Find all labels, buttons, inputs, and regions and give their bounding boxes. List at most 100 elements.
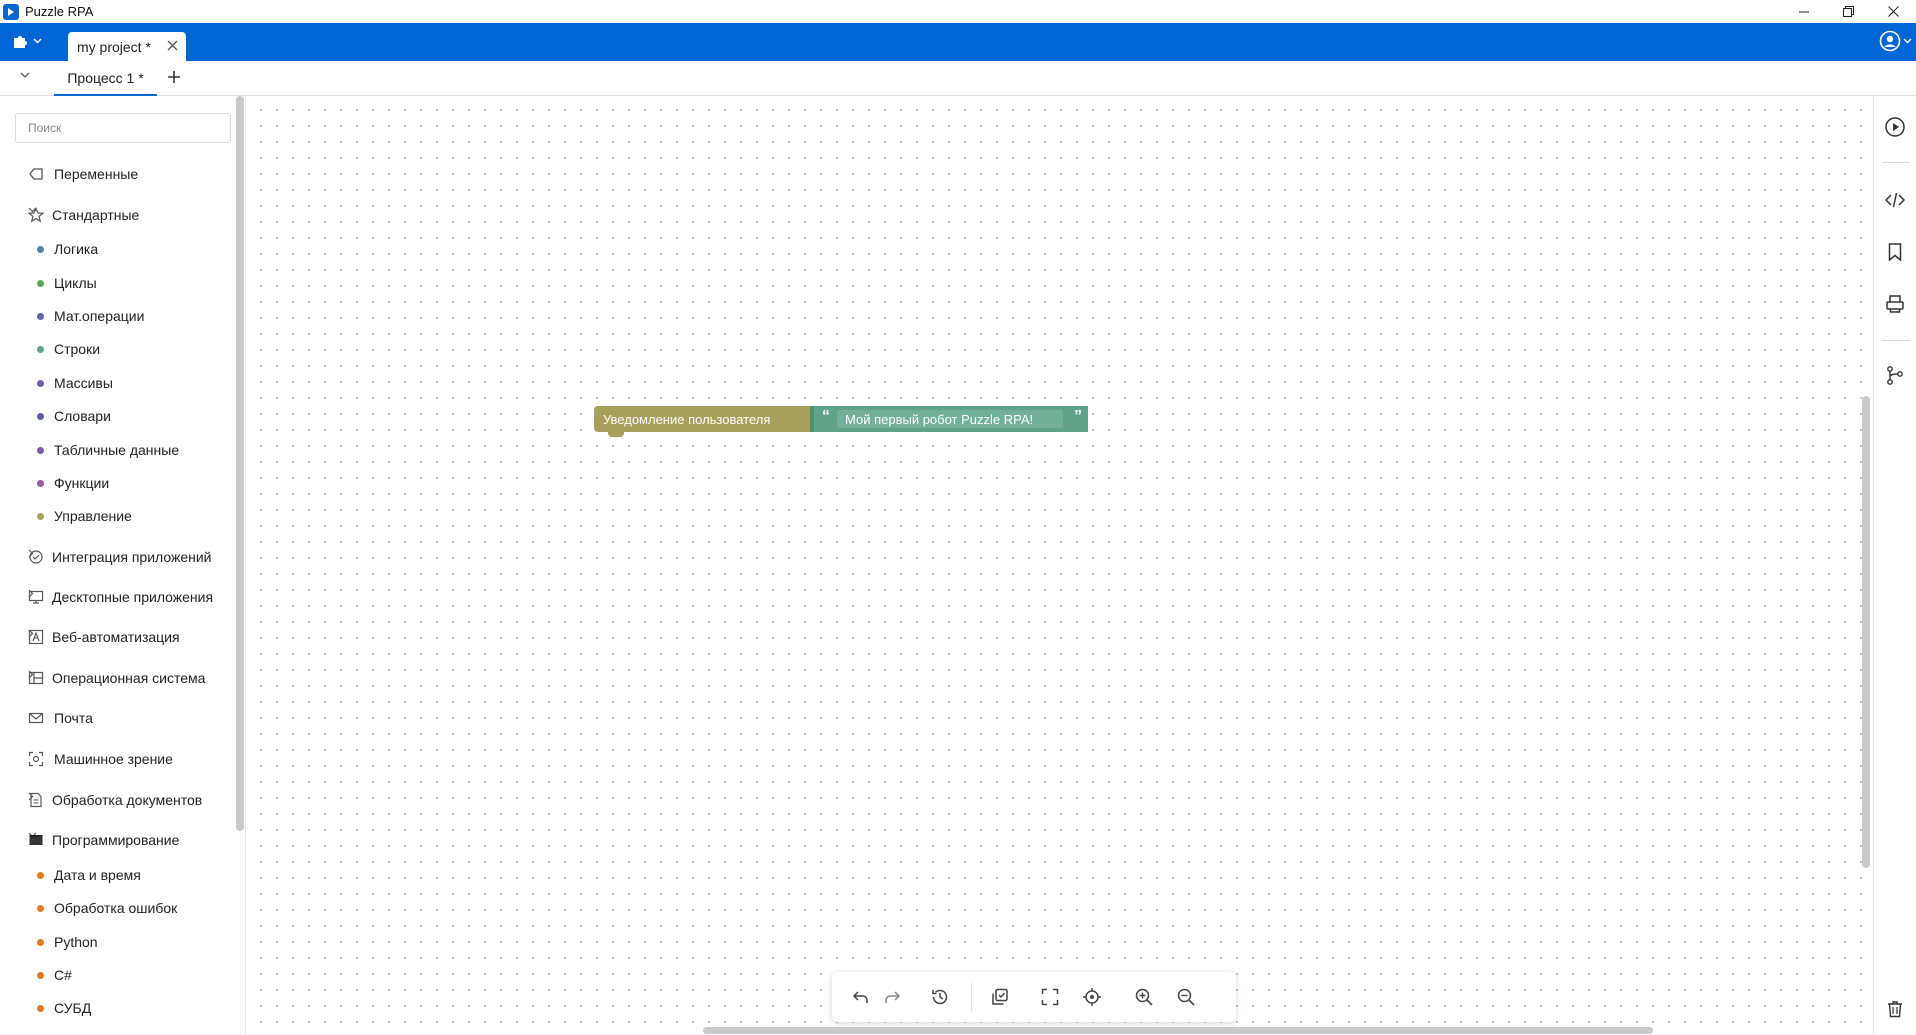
process-tab-label: Процесс 1 *	[67, 69, 144, 86]
target-icon	[1082, 987, 1102, 1007]
git-branch-icon	[1884, 364, 1906, 386]
fullscreen-icon	[1040, 987, 1060, 1007]
monitor-icon	[28, 589, 44, 605]
sidebar-item-dictionaries[interactable]: Словари	[0, 405, 232, 427]
zoom-out-button[interactable]	[1174, 985, 1198, 1009]
zoom-in-icon	[1134, 987, 1154, 1007]
canvas-vertical-scrollbar[interactable]	[1862, 396, 1870, 868]
category-dot	[37, 413, 44, 420]
windows-grid-icon	[28, 670, 44, 686]
code-view-button[interactable]	[1883, 188, 1907, 212]
integration-icon	[28, 549, 44, 565]
clone-button[interactable]	[988, 985, 1012, 1009]
sidebar-item-dbms[interactable]: СУБД	[0, 997, 232, 1019]
sidebar-item-document-processing[interactable]: Обработка документов	[0, 789, 232, 811]
trash-icon	[1885, 999, 1905, 1019]
close-quote-icon: ”	[1074, 408, 1082, 425]
open-quote-icon: “	[822, 408, 830, 425]
sidebar-item-logic[interactable]: Логика	[0, 238, 232, 260]
sidebar-item-arrays[interactable]: Массивы	[0, 372, 232, 394]
sidebar-scrollbar[interactable]	[236, 96, 244, 831]
undo-button[interactable]	[849, 985, 873, 1009]
block-connector	[608, 432, 624, 437]
sidebar-item-variables[interactable]: Переменные	[0, 163, 232, 185]
document-icon	[28, 792, 44, 808]
play-circle-icon	[1884, 116, 1906, 138]
plugins-menu-button[interactable]	[12, 32, 42, 50]
sidebar-item-standard[interactable]: Стандартные	[0, 204, 232, 226]
fit-screen-button[interactable]	[1038, 985, 1062, 1009]
sidebar-item-tables[interactable]: Табличные данные	[0, 439, 232, 461]
string-value-field[interactable]: Мой первый робот Puzzle RPA!	[837, 410, 1063, 428]
account-menu-button[interactable]	[1879, 30, 1912, 52]
string-value: Мой первый робот Puzzle RPA!	[845, 411, 1034, 427]
puzzle-rpa-logo-icon	[3, 3, 19, 20]
category-dot	[37, 1005, 44, 1012]
workspace-canvas[interactable]: Уведомление пользователя “ Мой первый ро…	[247, 96, 1873, 1035]
sidebar-item-csharp[interactable]: C#	[0, 964, 232, 986]
string-block[interactable]: “ Мой первый робот Puzzle RPA! ”	[810, 406, 1088, 432]
center-button[interactable]	[1080, 985, 1104, 1009]
canvas-horizontal-scrollbar[interactable]	[703, 1027, 1653, 1034]
project-tab-label: my project *	[77, 38, 151, 55]
sidebar-item-error-handling[interactable]: Обработка ошибок	[0, 897, 232, 919]
category-dot	[37, 447, 44, 454]
copy-blocks-icon	[990, 987, 1010, 1007]
sidebar-item-mail[interactable]: Почта	[0, 707, 232, 729]
sidebar-item-web-automation[interactable]: Веб-автоматизация	[0, 626, 232, 648]
sidebar-item-desktop-apps[interactable]: Десктопные приложения	[0, 586, 232, 608]
redo-button[interactable]	[880, 985, 904, 1009]
category-dot	[37, 380, 44, 387]
zoom-out-icon	[1176, 987, 1196, 1007]
variable-tag-icon	[28, 166, 44, 182]
redo-icon	[883, 988, 901, 1006]
chevron-down-icon	[33, 38, 42, 44]
trash-button[interactable]	[1883, 997, 1907, 1021]
bookmark-button[interactable]	[1883, 240, 1907, 264]
close-tab-icon[interactable]	[167, 40, 178, 51]
category-dot	[37, 480, 44, 487]
category-dot	[37, 905, 44, 912]
close-window-icon[interactable]	[1871, 0, 1916, 23]
printer-icon	[1884, 293, 1906, 315]
sidebar-item-machine-vision[interactable]: Машинное зрение	[0, 748, 232, 770]
sidebar-item-math[interactable]: Мат.операции	[0, 305, 232, 327]
notify-user-block[interactable]: Уведомление пользователя	[594, 406, 810, 437]
category-dot	[37, 313, 44, 320]
sidebar-item-functions[interactable]: Функции	[0, 472, 232, 494]
sidebar-item-programming[interactable]: Программирование	[0, 829, 232, 851]
project-tab[interactable]: my project *	[68, 32, 186, 61]
canvas-toolbar	[832, 972, 1236, 1022]
minimize-icon[interactable]	[1781, 0, 1826, 23]
title-bar: Puzzle RPA	[0, 0, 1916, 23]
sidebar-item-strings[interactable]: Строки	[0, 338, 232, 360]
category-dot	[37, 972, 44, 979]
rail-divider	[1882, 162, 1910, 163]
rail-divider	[1882, 340, 1910, 341]
history-button[interactable]	[928, 985, 952, 1009]
category-dot	[37, 246, 44, 253]
sidebar-item-python[interactable]: Python	[0, 931, 232, 953]
tab-process-1[interactable]: Процесс 1 *	[54, 61, 157, 96]
add-process-icon[interactable]	[166, 69, 182, 85]
version-control-button[interactable]	[1883, 363, 1907, 387]
sidebar-item-loops[interactable]: Циклы	[0, 272, 232, 294]
category-dot	[37, 280, 44, 287]
right-tool-rail	[1873, 96, 1916, 1035]
category-dot	[37, 872, 44, 879]
restore-icon[interactable]	[1826, 0, 1871, 23]
search-input[interactable]	[15, 113, 231, 143]
star-icon	[28, 207, 44, 223]
code-icon	[1884, 189, 1906, 211]
print-button[interactable]	[1883, 292, 1907, 316]
undo-icon	[852, 988, 870, 1006]
run-button[interactable]	[1883, 115, 1907, 139]
toolbar-divider	[971, 983, 972, 1011]
sidebar-item-operating-system[interactable]: Операционная система	[0, 667, 232, 689]
collapse-chevron-icon[interactable]	[20, 72, 30, 79]
sidebar-item-app-integration[interactable]: Интеграция приложений	[0, 546, 232, 568]
sidebar-item-datetime[interactable]: Дата и время	[0, 864, 232, 886]
zoom-in-button[interactable]	[1132, 985, 1156, 1009]
chevron-down-icon	[1903, 38, 1912, 44]
sidebar-item-control[interactable]: Управление	[0, 505, 232, 527]
